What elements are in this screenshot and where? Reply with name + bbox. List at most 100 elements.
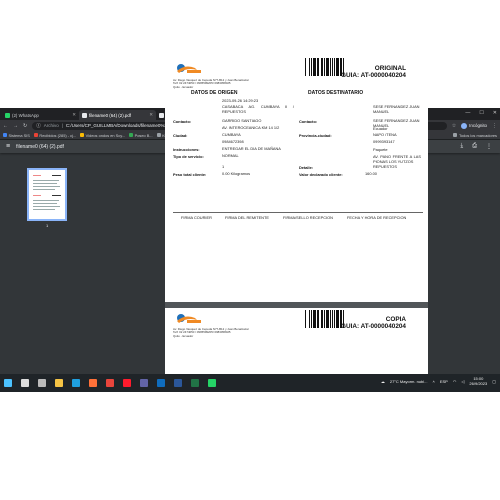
- close-icon[interactable]: ✕: [149, 112, 153, 118]
- firefox-icon[interactable]: [89, 379, 97, 387]
- page-thumbnail[interactable]: [27, 168, 67, 221]
- signature-line: [173, 212, 423, 213]
- thumb-line: [33, 189, 55, 190]
- profile-button[interactable]: Incógnito: [461, 122, 487, 129]
- edge-icon[interactable]: [72, 379, 80, 387]
- excel-icon[interactable]: [191, 379, 199, 387]
- service-label: Tipo de servicio:: [173, 154, 204, 159]
- sidebar-menu-icon[interactable]: ≡: [6, 143, 10, 150]
- copy-title: ORIGINAL: [374, 65, 406, 72]
- print-icon[interactable]: ⎙: [472, 143, 477, 150]
- weight: 0.00 Kilogramos: [222, 171, 251, 176]
- maximize-icon[interactable]: ☐: [479, 110, 483, 116]
- instructions-label: Instrucciones:: [173, 147, 200, 152]
- thumb-line: [33, 186, 60, 187]
- pdf-actions: ⤓ ⎙ ⋮: [461, 143, 492, 150]
- whatsapp-icon[interactable]: [208, 379, 216, 387]
- thumb-line: [33, 203, 57, 204]
- word-icon[interactable]: [174, 379, 182, 387]
- chrome-icon[interactable]: [106, 379, 114, 387]
- all-bookmarks[interactable]: Todos los marcadores: [453, 133, 497, 138]
- task-view-icon[interactable]: [38, 379, 46, 387]
- thumb-line: [33, 209, 55, 210]
- header-line: Quito - Ecuador: [173, 333, 194, 338]
- download-icon[interactable]: ⤓: [461, 143, 464, 150]
- header-line: Quito - Ecuador: [173, 84, 194, 89]
- instructions: ENTREGAR EL DIA DE MAÑANA: [222, 146, 281, 151]
- thumb-logo: [33, 175, 41, 176]
- menu-icon[interactable]: ⋮: [492, 123, 497, 129]
- bookmark-icon: [33, 133, 38, 137]
- weight-label: Peso total cliente:: [173, 172, 207, 177]
- thumb-line: [33, 200, 59, 201]
- explorer-icon[interactable]: [55, 379, 63, 387]
- detail: REPUESTOS: [373, 164, 397, 169]
- origin-address: CASABACA AG. CUMBAYA II / REPUESTOS: [222, 104, 294, 114]
- destination-country: Ecuador: [373, 126, 388, 131]
- bookmark-item[interactable]: Sistema SIS: [3, 133, 30, 138]
- declared-label: Valor declarado cliente:: [299, 172, 343, 177]
- profile-label: Incógnito: [469, 123, 487, 128]
- clock[interactable]: 15:00 26/9/2023: [469, 376, 487, 386]
- origin-date: 2023-09-26 14:29:23: [222, 98, 259, 103]
- more-icon[interactable]: ⋮: [486, 143, 492, 150]
- forward-icon[interactable]: →: [13, 123, 18, 129]
- clock-date: 26/9/2023: [469, 381, 488, 386]
- outlook-icon[interactable]: [157, 379, 165, 387]
- bookmark-icon: [156, 133, 161, 137]
- bookmark-icon: [80, 133, 85, 137]
- thumb-logo: [33, 195, 41, 196]
- document-heading: COPIA GUIA: AT-0000040204: [341, 316, 406, 330]
- sender-header: Av. Diego Vasquez de Cepeda N77-B12 y Ju…: [173, 327, 249, 338]
- search-icon[interactable]: [21, 379, 29, 387]
- detail-label: Detalle:: [299, 165, 314, 170]
- thumb-line: [33, 180, 59, 181]
- courier-logo: [177, 314, 201, 323]
- close-window-icon[interactable]: ✕: [493, 110, 497, 116]
- pdf-tab-icon: [82, 112, 87, 118]
- destination-city: NAPO /TENA: [373, 132, 397, 137]
- avatar: [461, 122, 468, 129]
- whatsapp-tab-icon: [5, 112, 10, 118]
- info-icon: ⓘ: [36, 122, 41, 128]
- star-icon[interactable]: ☆: [452, 123, 456, 129]
- opera-icon[interactable]: [123, 379, 131, 387]
- bookmark-label: Poseo B...: [134, 132, 153, 138]
- weather-icon[interactable]: ☁: [381, 379, 385, 384]
- system-tray: ☁ 27°C Mayorm. nubl... ˄ ESP ◠ ◁ 15:00 2…: [381, 376, 496, 386]
- all-bookmarks-label: Todos los marcadores: [458, 132, 497, 138]
- destination-address: AV. PANO FRENTE A LAS PIONAS LOS YUTZOS: [373, 154, 421, 164]
- notifications-icon[interactable]: ▢: [492, 379, 496, 384]
- tab-whatsapp[interactable]: (2) WhatsApp ✕: [2, 110, 79, 120]
- wifi-icon[interactable]: ◠: [453, 379, 457, 384]
- volume-icon[interactable]: ◁: [461, 379, 464, 384]
- language-indicator[interactable]: ESP: [440, 379, 448, 384]
- copy-title: COPIA: [385, 316, 406, 323]
- signature-courier: FIRMA COURIER: [181, 215, 212, 220]
- close-icon[interactable]: ✕: [72, 112, 76, 118]
- guia-number: GUIA: AT-0000040204: [340, 323, 406, 330]
- url-separator: |: [61, 123, 63, 128]
- origin-contact: GARRIDO SANTIAGO: [222, 118, 262, 123]
- origin-city: CUMBAYA: [222, 132, 241, 137]
- bookmark-item[interactable]: Recibidos (285) - cj...: [33, 133, 76, 138]
- teams-icon[interactable]: [140, 379, 148, 387]
- signature-sender: FIRMA DEL REMITENTE: [225, 215, 269, 220]
- windows-icon[interactable]: [4, 379, 12, 387]
- thumbnail-number: 1: [46, 223, 49, 228]
- bookmark-item[interactable]: Videos ondos en Scy...: [80, 133, 125, 138]
- minimize-icon[interactable]: —: [465, 110, 470, 116]
- back-icon[interactable]: ←: [3, 123, 8, 129]
- tab-pdf-active[interactable]: filename0 (64) (2).pdf ✕: [79, 110, 156, 120]
- chevron-up-icon[interactable]: ˄: [432, 379, 434, 384]
- quantity: 1: [222, 164, 225, 169]
- destination-name: SESE FERNANDEZ JUAN MANUEL: [373, 104, 420, 114]
- destination-section-title: DATOS DESTINATARIO: [308, 90, 364, 96]
- signature-reception: FIRMA/SELLO RECEPCION: [283, 215, 333, 220]
- sender-header: Av. Diego Vasquez de Cepeda N77-B12 y Ju…: [173, 78, 249, 89]
- weather-text[interactable]: 27°C Mayorm. nubl...: [390, 379, 428, 384]
- bookmark-item[interactable]: Poseo B...: [129, 132, 153, 138]
- reload-icon[interactable]: ↻: [23, 123, 27, 129]
- guia-number: GUIA: AT-0000040204: [340, 72, 406, 79]
- thumbnail-preview: [30, 171, 64, 218]
